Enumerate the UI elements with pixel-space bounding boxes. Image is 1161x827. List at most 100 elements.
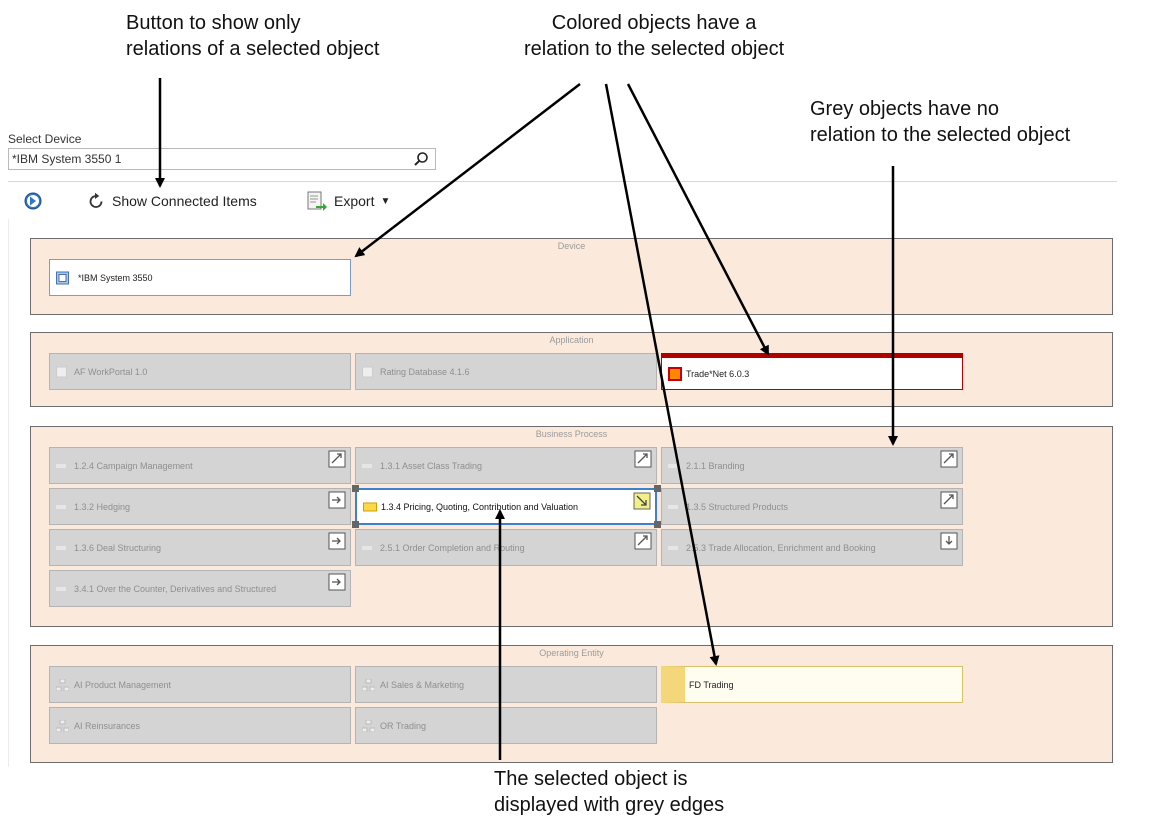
edit-icon[interactable] bbox=[634, 532, 652, 550]
group-title-device: Device bbox=[557, 241, 586, 251]
button-callout-line2: relations of a selected object bbox=[126, 38, 380, 60]
node-deal-structuring[interactable]: 1.3.6 Deal Structuring bbox=[49, 529, 351, 566]
node-label: 2.5.3 Trade Allocation, Enrichment and B… bbox=[686, 542, 876, 553]
node-label: AI Reinsurances bbox=[74, 720, 141, 731]
process-icon bbox=[56, 545, 66, 550]
node-ai-product-management[interactable]: AI Product Management bbox=[49, 666, 351, 703]
node-label: 1.3.4 Pricing, Quoting, Contribution and… bbox=[381, 501, 578, 512]
group-title-business-process: Business Process bbox=[535, 429, 608, 439]
node-ibm-system-3550[interactable]: *IBM System 3550 bbox=[49, 259, 351, 296]
toolbar: Show Connected Items Export ▼ bbox=[8, 181, 1117, 221]
device-search-field[interactable] bbox=[8, 148, 436, 170]
node-campaign-management[interactable]: 1.2.4 Campaign Management bbox=[49, 447, 351, 484]
selection-handle[interactable] bbox=[654, 485, 661, 492]
node-ai-sales-marketing[interactable]: AI Sales & Marketing bbox=[355, 666, 657, 703]
selection-handle[interactable] bbox=[654, 521, 661, 528]
node-asset-class-trading[interactable]: 1.3.1 Asset Class Trading bbox=[355, 447, 657, 484]
edit-icon[interactable] bbox=[940, 450, 958, 468]
node-label: FD Trading bbox=[689, 679, 734, 690]
process-icon bbox=[668, 504, 678, 509]
grey-callout-line1: Grey objects have no bbox=[810, 98, 999, 120]
group-application: Application AF WorkPortal 1.0 Rating Dat… bbox=[30, 332, 1113, 407]
grey-callout: Grey objects have no relation to the sel… bbox=[810, 96, 1070, 148]
node-label: 1.3.1 Asset Class Trading bbox=[380, 460, 483, 471]
colored-callout-line1: Colored objects have a bbox=[551, 12, 757, 34]
node-label: AF WorkPortal 1.0 bbox=[74, 366, 148, 377]
button-callout-line1: Button to show only bbox=[126, 12, 301, 34]
transfer-icon[interactable] bbox=[328, 573, 346, 591]
edit-icon[interactable] bbox=[328, 450, 346, 468]
node-branding[interactable]: 2.1.1 Branding bbox=[661, 447, 963, 484]
group-device: Device *IBM System 3550 bbox=[30, 238, 1113, 315]
selected-callout-line2: displayed with grey edges bbox=[494, 794, 725, 816]
org-icon bbox=[665, 678, 680, 692]
link-icon[interactable] bbox=[633, 492, 651, 510]
group-title-operating-entity: Operating Entity bbox=[539, 648, 604, 658]
node-label: 1.3.5 Structured Products bbox=[686, 501, 789, 512]
node-or-trading[interactable]: OR Trading bbox=[355, 707, 657, 744]
application-icon bbox=[668, 366, 682, 381]
org-icon bbox=[56, 678, 69, 691]
group-title-application: Application bbox=[549, 335, 594, 345]
selection-handle[interactable] bbox=[352, 521, 359, 528]
process-icon bbox=[363, 502, 377, 511]
device-icon bbox=[56, 271, 69, 284]
node-trade-net[interactable]: Trade*Net 6.0.3 bbox=[661, 353, 963, 390]
node-trade-allocation[interactable]: 2.5.3 Trade Allocation, Enrichment and B… bbox=[661, 529, 963, 566]
node-af-workportal[interactable]: AF WorkPortal 1.0 bbox=[49, 353, 351, 390]
search-icon[interactable] bbox=[413, 151, 429, 167]
grey-callout-line2: relation to the selected object bbox=[810, 124, 1071, 146]
node-rating-database[interactable]: Rating Database 4.1.6 bbox=[355, 353, 657, 390]
selection-handle[interactable] bbox=[352, 485, 359, 492]
process-icon bbox=[56, 586, 66, 591]
org-icon bbox=[56, 719, 69, 732]
transfer-icon[interactable] bbox=[328, 491, 346, 509]
selected-callout: The selected object is displayed with gr… bbox=[494, 766, 724, 818]
export-label: Export bbox=[334, 193, 375, 209]
node-label: 2.5.1 Order Completion and Routing bbox=[380, 542, 525, 553]
node-label: OR Trading bbox=[380, 720, 427, 731]
node-structured-products[interactable]: 1.3.5 Structured Products bbox=[661, 488, 963, 525]
transfer-icon[interactable] bbox=[328, 532, 346, 550]
download-icon[interactable] bbox=[940, 532, 958, 550]
show-connected-items-label: Show Connected Items bbox=[112, 193, 257, 209]
node-label: 1.3.6 Deal Structuring bbox=[74, 542, 162, 553]
process-icon bbox=[56, 463, 66, 468]
arrow-circle-icon[interactable] bbox=[24, 192, 42, 210]
node-label: 2.1.1 Branding bbox=[686, 460, 745, 471]
group-business-process: Business Process 1.2.4 Campaign Manageme… bbox=[30, 426, 1113, 627]
device-search-input[interactable] bbox=[12, 152, 402, 166]
node-fd-trading[interactable]: FD Trading bbox=[661, 666, 963, 703]
button-callout: Button to show only relations of a selec… bbox=[126, 10, 380, 62]
group-operating-entity: Operating Entity AI Product Management A… bbox=[30, 645, 1113, 763]
org-icon bbox=[362, 719, 375, 732]
colored-callout: Colored objects have a relation to the s… bbox=[524, 10, 784, 62]
select-device-label: Select Device bbox=[8, 132, 82, 146]
node-label: AI Product Management bbox=[74, 679, 172, 690]
process-icon bbox=[56, 504, 66, 509]
node-label: Rating Database 4.1.6 bbox=[380, 366, 470, 377]
node-label: Trade*Net 6.0.3 bbox=[686, 368, 750, 379]
show-connected-items-button[interactable]: Show Connected Items bbox=[86, 190, 257, 212]
node-hedging[interactable]: 1.3.2 Hedging bbox=[49, 488, 351, 525]
node-label: *IBM System 3550 bbox=[78, 272, 153, 283]
edit-icon[interactable] bbox=[940, 491, 958, 509]
process-icon bbox=[668, 545, 678, 550]
edit-icon[interactable] bbox=[634, 450, 652, 468]
export-icon bbox=[307, 191, 327, 211]
process-icon bbox=[668, 463, 678, 468]
refresh-icon bbox=[89, 192, 103, 208]
node-over-the-counter[interactable]: 3.4.1 Over the Counter, Derivatives and … bbox=[49, 570, 351, 607]
node-pricing-quoting-selected[interactable]: 1.3.4 Pricing, Quoting, Contribution and… bbox=[355, 488, 657, 525]
org-icon bbox=[362, 678, 375, 691]
application-icon bbox=[56, 366, 67, 377]
application-icon bbox=[362, 366, 373, 377]
export-button[interactable]: Export ▼ bbox=[306, 190, 390, 212]
colored-callout-line2: relation to the selected object bbox=[524, 38, 785, 60]
node-label: 1.3.2 Hedging bbox=[74, 501, 131, 512]
chevron-down-icon[interactable]: ▼ bbox=[380, 196, 390, 207]
selected-callout-line1: The selected object is bbox=[494, 768, 688, 790]
node-order-completion[interactable]: 2.5.1 Order Completion and Routing bbox=[355, 529, 657, 566]
node-ai-reinsurances[interactable]: AI Reinsurances bbox=[49, 707, 351, 744]
node-label: 3.4.1 Over the Counter, Derivatives and … bbox=[74, 583, 277, 594]
